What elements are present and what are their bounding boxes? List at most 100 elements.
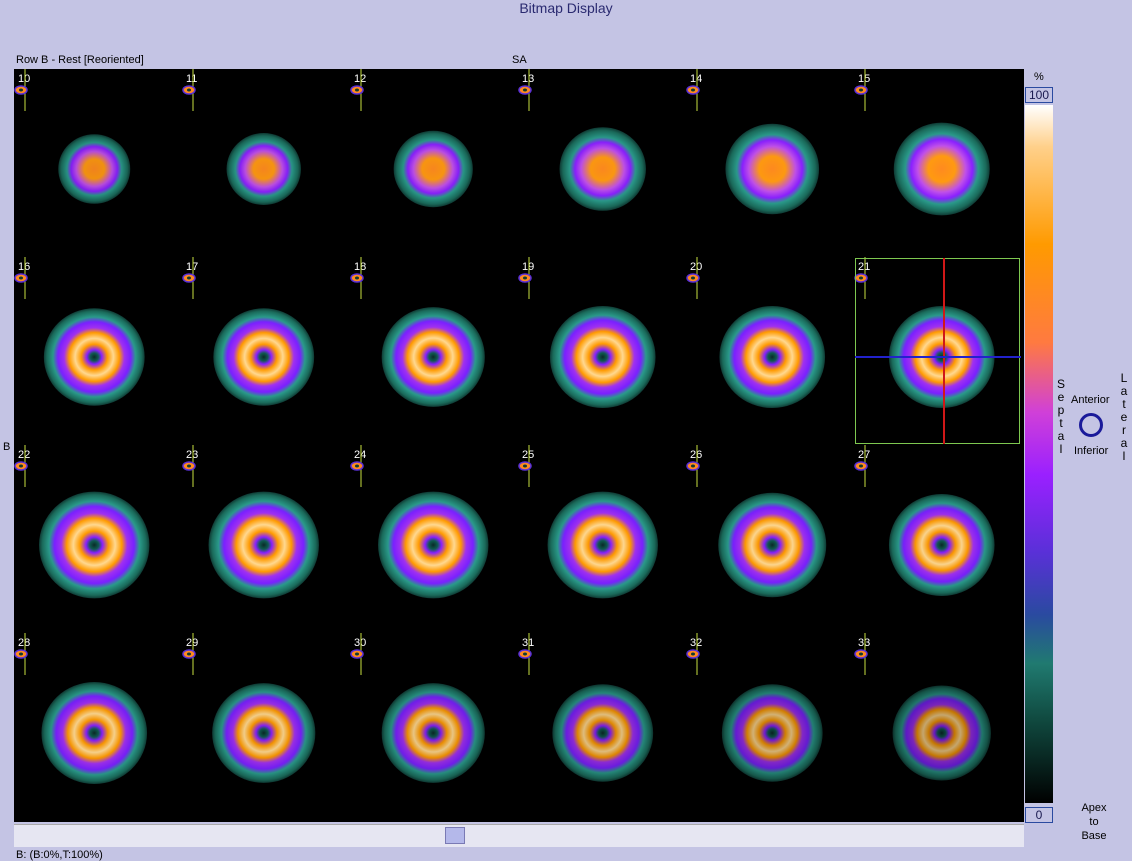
slice-image xyxy=(41,681,148,785)
slice-image xyxy=(893,122,990,216)
slice-image xyxy=(43,308,145,406)
slice-cell[interactable]: 22 xyxy=(14,445,182,633)
myocardium-ring xyxy=(381,307,485,407)
apex-line-3: Base xyxy=(1081,830,1107,842)
slice-locator-icon xyxy=(350,257,364,299)
slice-image xyxy=(58,134,131,204)
slice-locator-icon xyxy=(14,633,28,675)
slice-image xyxy=(212,683,316,783)
side-row-label: B xyxy=(3,441,11,453)
slice-cell[interactable]: 13 xyxy=(518,69,686,257)
slice-cell[interactable]: 17 xyxy=(182,257,350,445)
slice-locator-icon xyxy=(182,69,196,111)
colorbar-min[interactable]: 0 xyxy=(1025,807,1053,823)
slice-locator-icon xyxy=(686,257,700,299)
status-text: B: (B:0%,T:100%) xyxy=(16,849,103,861)
myocardium-ring xyxy=(552,684,654,782)
colorbar-max[interactable]: 100 xyxy=(1025,87,1053,103)
crosshair-horizontal[interactable] xyxy=(855,356,1021,358)
slice-image xyxy=(719,305,826,409)
slice-cell[interactable]: 15 xyxy=(854,69,1022,257)
myocardium-ring xyxy=(892,685,991,781)
slice-cell[interactable]: 19 xyxy=(518,257,686,445)
anterior-label: Anterior xyxy=(1071,394,1110,406)
slice-cell[interactable]: 20 xyxy=(686,257,854,445)
slice-locator-icon xyxy=(518,633,532,675)
slice-image xyxy=(892,685,991,781)
myocardium-ring xyxy=(378,491,489,599)
myocardium-ring xyxy=(547,491,658,599)
slice-image xyxy=(725,123,820,215)
crosshair-vertical[interactable] xyxy=(943,258,945,444)
colorbar-gradient xyxy=(1025,105,1053,803)
slice-image xyxy=(549,305,656,409)
septal-label: Septal xyxy=(1056,378,1066,456)
slice-image xyxy=(888,493,995,597)
slice-image xyxy=(39,491,150,599)
slice-cell[interactable]: 28 xyxy=(14,633,182,821)
myocardium-ring xyxy=(893,122,990,216)
slice-locator-icon xyxy=(854,445,868,487)
colorbar-unit: % xyxy=(1034,71,1044,83)
slice-cell[interactable]: 25 xyxy=(518,445,686,633)
slice-cell[interactable]: 10 xyxy=(14,69,182,257)
slice-locator-icon xyxy=(182,445,196,487)
myocardium-ring xyxy=(226,133,301,205)
slice-cell[interactable]: 14 xyxy=(686,69,854,257)
slice-cell[interactable]: 29 xyxy=(182,633,350,821)
slice-cell[interactable]: 16 xyxy=(14,257,182,445)
slice-image xyxy=(208,491,319,599)
slice-locator-icon xyxy=(350,445,364,487)
myocardium-ring xyxy=(549,305,656,409)
slice-image xyxy=(559,127,646,211)
scrollbar-thumb[interactable] xyxy=(445,827,465,844)
slice-cell[interactable]: 11 xyxy=(182,69,350,257)
slice-locator-icon xyxy=(350,633,364,675)
slice-cell[interactable]: 21 xyxy=(854,257,1022,445)
slice-cell[interactable]: 33 xyxy=(854,633,1022,821)
selection-box xyxy=(855,258,1020,444)
slice-locator-icon xyxy=(182,633,196,675)
myocardium-ring xyxy=(721,684,823,782)
apex-to-base-label: Apex to Base xyxy=(1074,801,1114,843)
slice-locator-icon xyxy=(854,69,868,111)
orientation-letter: l xyxy=(1122,449,1126,463)
slice-cell[interactable]: 30 xyxy=(350,633,518,821)
colorbar[interactable]: 100 0 xyxy=(1024,87,1054,823)
myocardium-ring xyxy=(888,493,995,597)
myocardium-ring xyxy=(381,683,485,783)
slice-locator-icon xyxy=(14,257,28,299)
slice-image xyxy=(393,130,473,208)
slice-cell[interactable]: 26 xyxy=(686,445,854,633)
slice-scrollbar[interactable] xyxy=(14,824,1024,847)
slice-cell[interactable]: 32 xyxy=(686,633,854,821)
slice-cell[interactable]: 27 xyxy=(854,445,1022,633)
slice-locator-icon xyxy=(182,257,196,299)
slice-locator-icon xyxy=(350,69,364,111)
slice-image xyxy=(381,307,485,407)
myocardium-ring xyxy=(39,491,150,599)
slice-cell[interactable]: 24 xyxy=(350,445,518,633)
row-label: Row B - Rest [Reoriented] xyxy=(16,54,144,66)
lateral-label: Lateral xyxy=(1119,372,1129,463)
slice-cell[interactable]: 31 xyxy=(518,633,686,821)
apex-line-1: Apex xyxy=(1081,802,1107,814)
myocardium-ring xyxy=(213,308,315,406)
slice-grid[interactable]: 10 11 12 13 14 15 16 17 18 19 20 21 22 23 24 25 26 27 28 29… xyxy=(14,69,1024,822)
apex-line-2: to xyxy=(1089,816,1099,828)
slice-image xyxy=(718,492,827,598)
myocardium-ring xyxy=(58,134,131,204)
slice-locator-icon xyxy=(518,257,532,299)
myocardium-ring xyxy=(393,130,473,208)
slice-cell[interactable]: 12 xyxy=(350,69,518,257)
view-label: SA xyxy=(512,54,527,66)
slice-cell[interactable]: 18 xyxy=(350,257,518,445)
window-title: Bitmap Display xyxy=(519,0,613,16)
slice-locator-icon xyxy=(854,633,868,675)
slice-image xyxy=(721,684,823,782)
slice-locator-icon xyxy=(518,445,532,487)
slice-image xyxy=(226,133,301,205)
myocardium-ring xyxy=(718,492,827,598)
slice-cell[interactable]: 23 xyxy=(182,445,350,633)
myocardium-ring xyxy=(559,127,646,211)
